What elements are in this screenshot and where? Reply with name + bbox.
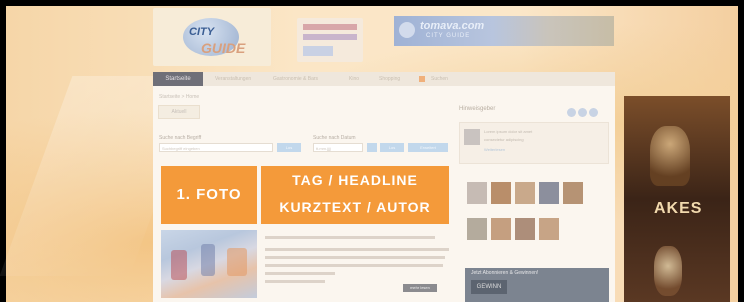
- search-date-label: Suche nach Datum: [313, 135, 356, 141]
- ad-figure: [650, 126, 690, 186]
- nav-item[interactable]: Shopping: [379, 72, 400, 86]
- search-what-button[interactable]: Los: [277, 143, 301, 152]
- tab-aktuell[interactable]: Aktuell: [158, 105, 200, 119]
- ad-subtitle: CITY GUIDE: [426, 33, 471, 39]
- gallery-photo[interactable]: [467, 182, 487, 204]
- teaser-text: consectetur adipiscing: [484, 137, 524, 142]
- logo-text-city: CITY: [189, 26, 215, 38]
- photo-placeholder[interactable]: 1. FOTO: [161, 166, 257, 224]
- search-date-input[interactable]: tt.mm.jjjj: [313, 143, 363, 152]
- search-what-label: Suche nach Begriff: [159, 135, 202, 141]
- nav-item-active[interactable]: Startseite: [153, 72, 203, 86]
- share-icon[interactable]: [567, 108, 576, 117]
- breadcrumb[interactable]: Startseite > Home: [159, 94, 199, 100]
- headline-placeholder[interactable]: TAG / HEADLINE KURZTEXT / AUTOR: [261, 166, 449, 224]
- ad-figure: [654, 246, 682, 296]
- advanced-search-button[interactable]: Erweitert: [408, 143, 448, 152]
- promo-banner[interactable]: Jetzt Abonnieren & Gewinnen! GEWINN: [465, 268, 609, 302]
- article-text-line: [265, 256, 445, 259]
- site-wrapper: CITY GUIDE tomava.com CITY GUIDE Startse…: [153, 8, 615, 302]
- ad-bar: [303, 46, 333, 56]
- article-text-line: [265, 236, 435, 239]
- read-more-button[interactable]: mehr lesen: [403, 284, 437, 292]
- image-figure: [201, 244, 215, 276]
- skyscraper-ad[interactable]: AKES: [624, 96, 730, 302]
- article-text-line: [265, 264, 443, 267]
- search-what-input[interactable]: Suchbegriff eingeben: [159, 143, 273, 152]
- sidebar-header: Hinweisgeber: [459, 106, 496, 112]
- image-figure: [227, 248, 247, 276]
- photo-gallery: [467, 182, 597, 252]
- logo-text-guide: GUIDE: [201, 40, 246, 56]
- calendar-button[interactable]: [367, 143, 377, 152]
- rss-icon[interactable]: [578, 108, 587, 117]
- teaser-thumbnail: [464, 129, 480, 145]
- ad-title: tomava.com: [420, 20, 485, 32]
- gallery-photo[interactable]: [515, 182, 535, 204]
- sidebar-teaser-box[interactable]: Lorem ipsum dolor sit amet consectetur a…: [459, 122, 609, 164]
- nav-item[interactable]: Suchen: [431, 72, 448, 86]
- teaser-text: Lorem ipsum dolor sit amet: [484, 129, 533, 134]
- nav-square-icon[interactable]: [419, 76, 425, 82]
- promo-button[interactable]: GEWINN: [471, 280, 507, 294]
- teaser-link[interactable]: Weiterlesen: [484, 147, 505, 152]
- content-panel: Startseite Veranstaltungen Gastronomie &…: [153, 72, 615, 302]
- headline-line1: TAG / HEADLINE: [292, 172, 418, 188]
- mail-icon[interactable]: [589, 108, 598, 117]
- skyscraper-text: AKES: [654, 200, 703, 217]
- nav-item[interactable]: Kino: [349, 72, 359, 86]
- site-logo[interactable]: CITY GUIDE: [153, 8, 271, 66]
- banner-ad-wide[interactable]: tomava.com CITY GUIDE: [394, 16, 614, 46]
- gallery-photo[interactable]: [467, 218, 487, 240]
- gallery-photo[interactable]: [491, 218, 511, 240]
- ad-bar: [303, 24, 357, 30]
- ad-globe-icon: [399, 22, 415, 38]
- article-text-line: [265, 248, 449, 251]
- gallery-photo[interactable]: [539, 218, 559, 240]
- gallery-photo[interactable]: [515, 218, 535, 240]
- sidebar-icon-group: [565, 104, 598, 122]
- search-date-button[interactable]: Los: [380, 143, 404, 152]
- article-text-line: [265, 280, 325, 283]
- gallery-photo[interactable]: [539, 182, 559, 204]
- gallery-photo[interactable]: [491, 182, 511, 204]
- promo-title: Jetzt Abonnieren & Gewinnen!: [471, 270, 539, 276]
- image-figure: [171, 250, 187, 280]
- main-nav: Startseite Veranstaltungen Gastronomie &…: [153, 72, 615, 86]
- nav-item[interactable]: Gastronomie & Bars: [273, 72, 318, 86]
- gallery-photo[interactable]: [563, 182, 583, 204]
- headline-line2: KURZTEXT / AUTOR: [279, 199, 431, 215]
- banner-ad-small[interactable]: [297, 18, 363, 62]
- ad-bar: [303, 34, 357, 40]
- article-image[interactable]: [161, 230, 257, 298]
- article-text-line: [265, 272, 335, 275]
- nav-item[interactable]: Veranstaltungen: [215, 72, 251, 86]
